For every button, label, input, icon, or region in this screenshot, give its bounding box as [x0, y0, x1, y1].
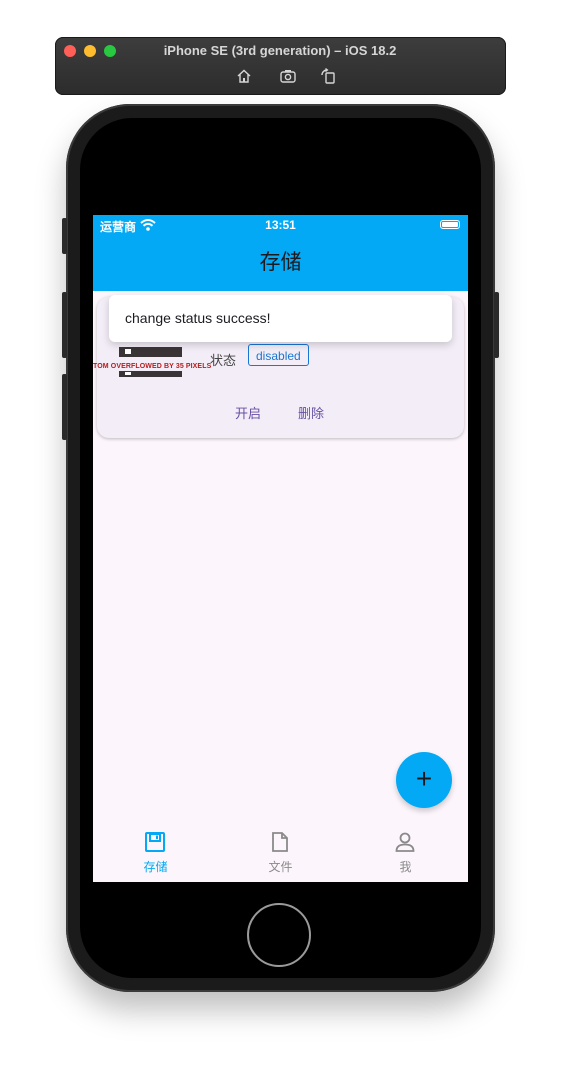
- thumbnail-footer-mark: [125, 372, 131, 375]
- nav-item-me[interactable]: 我: [343, 822, 468, 882]
- delete-button[interactable]: 删除: [298, 403, 324, 422]
- zoom-window-button[interactable]: [104, 45, 116, 57]
- nav-item-files[interactable]: 文件: [218, 822, 343, 882]
- minimize-window-button[interactable]: [84, 45, 96, 57]
- snackbar-message: change status success!: [125, 310, 271, 326]
- status-bar: 运营商 13:51: [93, 215, 468, 235]
- rotate-icon[interactable]: [319, 67, 337, 85]
- bottom-navigation: 存储 文件 我: [93, 822, 468, 882]
- nav-label-me: 我: [399, 860, 412, 874]
- overflow-warning: TOM OVERFLOWED BY 35 PIXELS: [93, 363, 212, 370]
- silent-switch: [62, 218, 67, 254]
- plus-icon: +: [415, 763, 433, 794]
- screenshot-icon[interactable]: [279, 67, 297, 85]
- save-icon: [145, 832, 165, 852]
- app-screen: 运营商 13:51 存储 TOM OVERFLOWED BY 35 PIXELS…: [93, 215, 468, 882]
- simulator-title: iPhone SE (3rd generation) – iOS 18.2: [163, 43, 397, 58]
- home-button[interactable]: [247, 903, 311, 967]
- status-label: 状态: [210, 353, 237, 368]
- nav-label-files: 文件: [268, 860, 293, 874]
- thumbnail-mark: [125, 349, 131, 354]
- add-button[interactable]: +: [396, 752, 452, 808]
- file-icon: [272, 832, 288, 852]
- enable-button[interactable]: 开启: [235, 403, 261, 422]
- snackbar: change status success!: [109, 295, 452, 342]
- volume-down-button: [62, 374, 67, 440]
- nav-label-storage: 存储: [143, 860, 168, 874]
- power-button: [494, 292, 499, 358]
- battery-icon: [440, 220, 460, 229]
- app-bar: 存储: [93, 235, 468, 291]
- status-badge: disabled: [248, 344, 309, 366]
- close-window-button[interactable]: [64, 45, 76, 57]
- status-time: 13:51: [265, 218, 296, 232]
- person-icon: [395, 832, 415, 852]
- home-icon[interactable]: [235, 67, 253, 85]
- page-title: 存储: [259, 251, 302, 274]
- volume-up-button: [62, 292, 67, 358]
- nav-item-storage[interactable]: 存储: [93, 822, 218, 882]
